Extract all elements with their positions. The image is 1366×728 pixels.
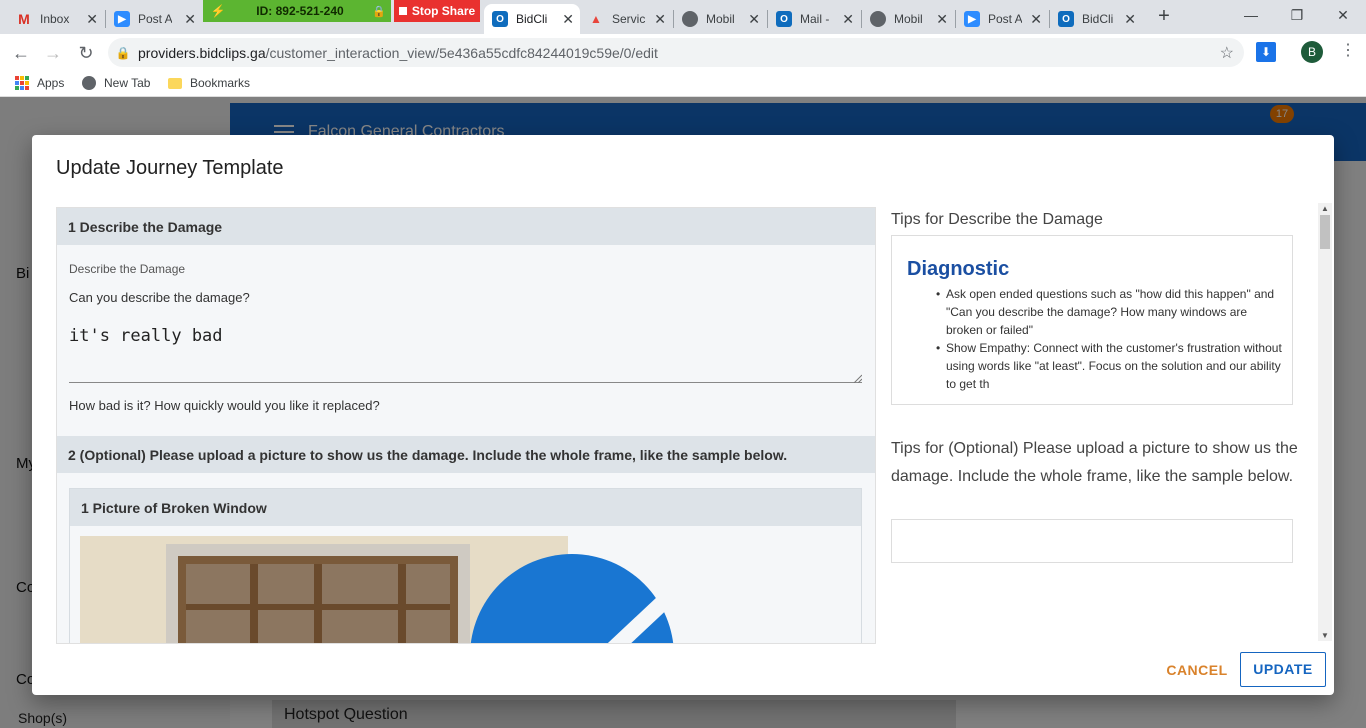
address-bar[interactable]: 🔒 providers.bidclips.ga/customer_interac… xyxy=(108,38,1244,67)
browser-toolbar: ← → ↻ 🔒 providers.bidclips.ga/customer_i… xyxy=(0,34,1366,71)
globe-icon xyxy=(82,76,96,90)
globe-icon xyxy=(870,11,886,27)
close-tab-icon[interactable]: ✕ xyxy=(842,11,854,28)
close-tab-icon[interactable]: ✕ xyxy=(562,11,574,28)
section-header-upload-picture: 2 (Optional) Please upload a picture to … xyxy=(57,436,875,473)
dialog-title: Update Journey Template xyxy=(56,157,284,179)
zoom-signal-icon: ⚡ xyxy=(210,4,226,18)
field-question: Can you describe the damage? xyxy=(69,290,250,305)
zoom-icon: ▶ xyxy=(114,11,130,27)
sample-annotation-circle-icon xyxy=(470,554,712,643)
cancel-button[interactable]: CANCEL xyxy=(1154,653,1240,687)
outlook-icon: O xyxy=(1058,11,1074,27)
tips-heading: Diagnostic xyxy=(907,258,1010,280)
scroll-down-icon[interactable]: ▼ xyxy=(1321,631,1329,640)
field-hint: How bad is it? How quickly would you lik… xyxy=(69,398,380,413)
browser-tab-strip: M Inbox ✕ ▶ Post A ✕ O BidCli ✕ ▲ Servic… xyxy=(0,0,1366,34)
folder-icon xyxy=(168,77,182,89)
close-tab-icon[interactable]: ✕ xyxy=(184,11,196,28)
close-tab-icon[interactable]: ✕ xyxy=(748,11,760,28)
tip-item: Ask open ended questions such as "how di… xyxy=(936,285,1282,339)
servicetitan-icon: ▲ xyxy=(590,12,602,26)
browser-menu-icon[interactable]: ⋮ xyxy=(1340,40,1356,64)
minimize-window-button[interactable]: — xyxy=(1228,0,1274,30)
outlook-icon: O xyxy=(492,11,508,27)
dialog-scrollbar[interactable]: ▲ ▼ xyxy=(1318,203,1332,641)
close-window-button[interactable]: ✕ xyxy=(1320,0,1366,30)
restore-window-button[interactable]: ❐ xyxy=(1274,0,1320,30)
picture-panel-header: 1 Picture of Broken Window xyxy=(70,489,861,526)
browser-tab-mail[interactable]: O Mail - ✕ xyxy=(768,4,860,34)
browser-tab-inbox[interactable]: M Inbox ✕ xyxy=(8,4,104,34)
scrollbar-thumb[interactable] xyxy=(1320,215,1330,249)
browser-tab-mobil[interactable]: Mobil ✕ xyxy=(674,4,766,34)
update-journey-template-dialog: Update Journey Template 1 Describe the D… xyxy=(32,135,1334,695)
outlook-icon: O xyxy=(776,11,792,27)
lock-icon: 🔒 xyxy=(372,5,386,18)
close-tab-icon[interactable]: ✕ xyxy=(654,11,666,28)
gmail-icon: M xyxy=(18,11,30,27)
browser-tab-mobil-2[interactable]: Mobil ✕ xyxy=(862,4,954,34)
stop-share-button[interactable]: Stop Share xyxy=(394,0,480,22)
globe-icon xyxy=(682,11,698,27)
bookmark-new-tab[interactable]: New Tab xyxy=(82,76,150,90)
back-button[interactable]: ← xyxy=(8,40,34,66)
download-icon[interactable]: ⬇ xyxy=(1256,42,1276,62)
close-tab-icon[interactable]: ✕ xyxy=(86,11,98,28)
close-tab-icon[interactable]: ✕ xyxy=(936,11,948,28)
bookmark-apps[interactable]: Apps xyxy=(15,76,64,90)
close-tab-icon[interactable]: ✕ xyxy=(1124,11,1136,28)
browser-tab-post-a-2[interactable]: ▶ Post A ✕ xyxy=(956,4,1048,34)
profile-avatar[interactable]: B xyxy=(1301,41,1323,63)
zoom-icon: ▶ xyxy=(964,11,980,27)
textarea-resize-grip-icon[interactable] xyxy=(852,373,862,383)
forward-button[interactable]: → xyxy=(40,40,66,66)
browser-tab-service[interactable]: ▲ Servic ✕ xyxy=(580,4,672,34)
update-button[interactable]: UPDATE xyxy=(1240,652,1326,687)
damage-description-textarea[interactable]: it's really bad xyxy=(69,316,862,383)
zoom-meeting-bar[interactable]: ⚡ ID: 892-521-240 🔒 xyxy=(203,0,391,22)
field-label: Describe the Damage xyxy=(69,262,186,276)
section-header-describe-damage: 1 Describe the Damage xyxy=(57,208,875,245)
bookmark-star-icon[interactable]: ☆ xyxy=(1220,43,1234,63)
tips-upload-picture-title: Tips for (Optional) Please upload a pict… xyxy=(891,440,1298,485)
browser-tab-bidclips-2[interactable]: O BidCli ✕ xyxy=(1050,4,1142,34)
browser-tab-post-a[interactable]: ▶ Post A ✕ xyxy=(106,4,202,34)
tips-upload-picture-box xyxy=(891,519,1293,563)
bookmark-folder[interactable]: Bookmarks xyxy=(168,76,250,90)
tip-item: Show Empathy: Connect with the customer'… xyxy=(936,339,1282,393)
new-tab-button[interactable]: + xyxy=(1152,4,1176,28)
reload-button[interactable]: ↻ xyxy=(73,40,99,66)
stop-icon xyxy=(398,7,407,15)
tips-list: Ask open ended questions such as "how di… xyxy=(936,285,1282,393)
bookmarks-bar: Apps New Tab Bookmarks xyxy=(0,71,1366,97)
tips-describe-damage-title: Tips for Describe the Damage xyxy=(891,211,1103,228)
close-tab-icon[interactable]: ✕ xyxy=(1030,11,1042,28)
lock-icon: 🔒 xyxy=(115,45,131,60)
apps-grid-icon xyxy=(15,76,29,90)
journey-steps-pane: 1 Describe the Damage Describe the Damag… xyxy=(56,207,876,644)
scroll-up-icon[interactable]: ▲ xyxy=(1321,204,1329,213)
picture-panel: 1 Picture of Broken Window xyxy=(69,488,862,643)
tips-describe-damage-box: Diagnostic Ask open ended questions such… xyxy=(891,235,1293,405)
browser-tab-bidclips-active[interactable]: O BidCli ✕ xyxy=(484,4,580,34)
